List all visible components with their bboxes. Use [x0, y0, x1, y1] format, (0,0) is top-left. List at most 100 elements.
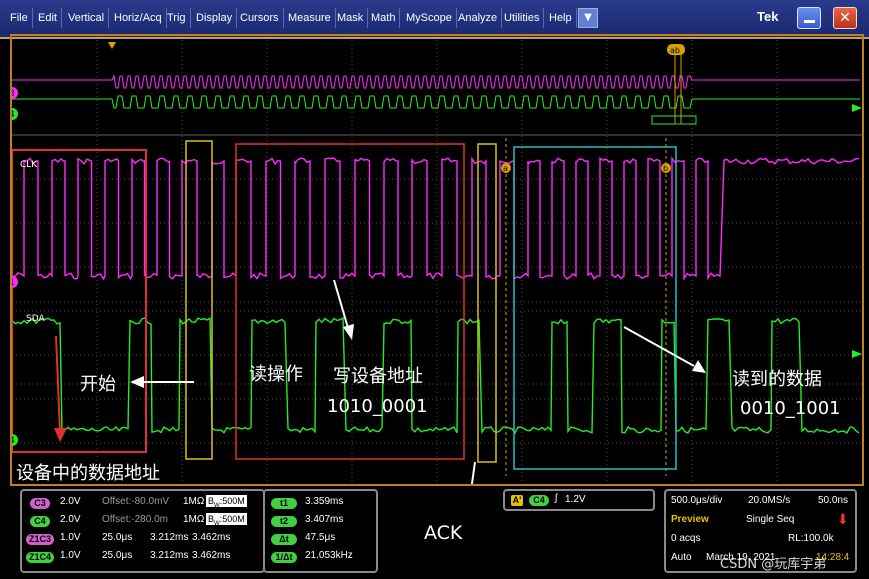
stop-arrow-icon: ⬇	[837, 511, 849, 527]
vertical-panel[interactable]: C3 2.0V Offset:-80.0mV 1MΩ BW:500M C4 2.…	[20, 489, 265, 573]
cursor-ab-label: ab	[670, 46, 680, 55]
waveform-display[interactable]: 3 4 1 4 a b ab CLK SDA	[12, 36, 862, 484]
label-read-bits: 0010_1001	[740, 398, 841, 419]
c3-impedance: 1MΩ	[183, 496, 205, 507]
trigger-panel[interactable]: A' C4 ʃ 1.2V	[503, 489, 655, 511]
menu-vertical[interactable]: Vertical	[64, 8, 110, 28]
ch4-level-arrow	[852, 104, 862, 112]
z1c4-t1: 25.0μs	[102, 550, 133, 561]
clk-trace	[12, 156, 860, 281]
label-read-data: 读到的数据	[732, 369, 822, 390]
minimize-icon[interactable]	[797, 7, 821, 29]
brand-logo: Tek	[757, 9, 779, 24]
chevron-down-icon[interactable]: ▼	[578, 8, 598, 28]
graticule	[12, 36, 862, 484]
arrow-read-head	[692, 360, 706, 373]
z1c4-badge[interactable]: Z1C4	[26, 552, 54, 563]
start-region-box	[12, 149, 147, 453]
trigger-level: 1.2V	[565, 494, 586, 505]
marker-4b: 4	[12, 436, 15, 446]
z1c3-scale: 1.0V	[60, 532, 81, 543]
cursor-freq-value: 21.053kHz	[305, 550, 353, 561]
trigger-source-badge: A'	[511, 495, 523, 506]
zoom-window-box	[651, 115, 697, 125]
label-write-bits: 1010_0001	[327, 396, 428, 417]
arrow-device-addr-head	[54, 428, 67, 442]
sda-level-arrow	[852, 350, 862, 358]
cursor-dt-value: 47.5μs	[305, 532, 336, 543]
z1c4-t2: 3.212ms	[150, 550, 189, 561]
menu-horiz-acq[interactable]: Horiz/Acq	[110, 8, 167, 28]
cursor-t2-badge: t2	[271, 516, 297, 527]
c4-scale: 2.0V	[60, 514, 81, 525]
menu-mask[interactable]: Mask	[333, 8, 369, 28]
c3-scale: 2.0V	[60, 496, 81, 507]
menu-math[interactable]: Math	[367, 8, 401, 28]
arrow-ack	[470, 461, 476, 484]
z1c4-t3: 3.462ms	[192, 550, 231, 561]
ack-box	[477, 143, 497, 463]
cursor-a-label: a	[503, 164, 508, 173]
label-device-addr: 设备中的数据地址	[16, 463, 160, 484]
cursor-freq-badge: 1/Δt	[271, 552, 297, 563]
acq-mode: Preview	[671, 514, 709, 525]
timebase: 500.0μs/div	[671, 495, 723, 506]
label-write-addr: 写设备地址	[333, 366, 423, 387]
cursor-t1-badge: t1	[271, 498, 297, 509]
arrow-write-head	[343, 324, 354, 340]
sample-rate: 20.0MS/s	[748, 495, 791, 506]
cursor-t1-value: 3.359ms	[305, 496, 344, 507]
menu-analyze[interactable]: Analyze	[454, 8, 503, 28]
read-op-box	[185, 140, 213, 460]
arrow-start-head	[130, 376, 144, 388]
trigger-position-marker[interactable]	[108, 42, 116, 49]
acq-count: 0 acqs	[671, 533, 701, 544]
z1c3-t3: 3.462ms	[192, 532, 231, 543]
menu-trig[interactable]: Trig	[163, 8, 191, 28]
marker-1: 1	[12, 278, 15, 288]
close-icon[interactable]: ✕	[833, 7, 857, 29]
cursor-b-label: b	[663, 164, 668, 173]
marker-3: 3	[12, 89, 15, 99]
menu-myscope[interactable]: MyScope	[402, 8, 457, 28]
c4-badge[interactable]: C4	[30, 516, 50, 527]
arrow-write	[333, 279, 349, 329]
marker-4: 4	[12, 110, 15, 120]
clk-label: CLK	[20, 160, 38, 170]
rising-edge-icon: ʃ	[555, 493, 558, 504]
menu-edit[interactable]: Edit	[34, 8, 62, 28]
c3-badge[interactable]: C3	[30, 498, 50, 509]
menu-utilities[interactable]: Utilities	[500, 8, 545, 28]
label-start: 开始	[80, 374, 116, 395]
label-read-op: 读操作	[249, 364, 303, 385]
z1c4-scale: 1.0V	[60, 550, 81, 561]
z1c3-badge[interactable]: Z1C3	[26, 534, 54, 545]
menu-display[interactable]: Display	[192, 8, 238, 28]
resolution: 50.0ns	[818, 495, 849, 506]
c3-bandwidth: BW:500M	[206, 495, 247, 509]
c3-offset: Offset:-80.0mV	[102, 496, 170, 507]
zoom-overview-waveforms	[12, 74, 860, 109]
acq-seq: Single Seq	[746, 514, 795, 525]
z1c3-t1: 25.0μs	[102, 532, 133, 543]
trigger-channel-badge: C4	[529, 495, 549, 506]
c4-offset: Offset:-280.0m	[102, 514, 168, 525]
read-data-box	[513, 146, 677, 470]
overview-ch4-trace	[12, 95, 860, 109]
menu-help[interactable]: Help	[545, 8, 577, 28]
menu-measure[interactable]: Measure	[284, 8, 336, 28]
arrow-read	[623, 326, 695, 367]
cursor-t2-value: 3.407ms	[305, 514, 344, 525]
c4-bandwidth: BW:500M	[206, 513, 247, 527]
cursor-readout-panel[interactable]: t1 3.359ms t2 3.407ms Δt 47.5μs 1/Δt 21.…	[263, 489, 378, 573]
overview-ch3-trace	[12, 74, 860, 89]
sda-label: SDA	[26, 314, 45, 324]
watermark: CSDN @玩库宇弟	[720, 557, 827, 572]
label-ack: ACK	[424, 522, 463, 544]
menu-cursors[interactable]: Cursors	[236, 8, 284, 28]
trigger-mode: Auto	[671, 552, 692, 563]
cursor-dt-badge: Δt	[271, 534, 297, 545]
record-length: RL:100.0k	[788, 533, 834, 544]
z1c3-t2: 3.212ms	[150, 532, 189, 543]
menu-file[interactable]: File	[6, 8, 33, 28]
